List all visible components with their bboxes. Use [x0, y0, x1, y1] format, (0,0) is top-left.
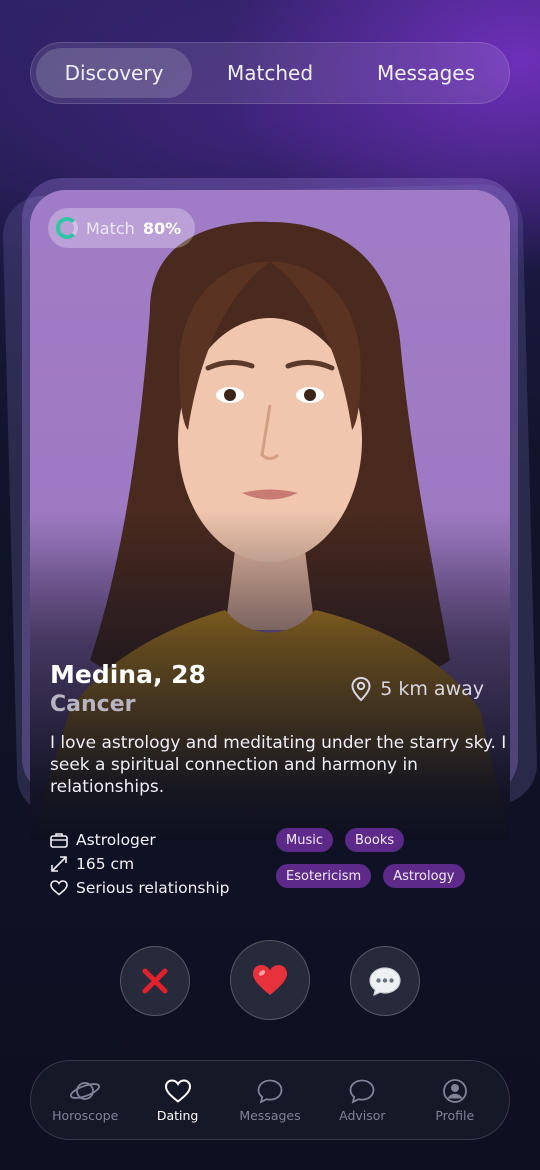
top-tab-bar: Discovery Matched Messages — [30, 42, 510, 104]
nav-advisor[interactable]: Advisor — [317, 1078, 407, 1123]
fact-height: 165 cm — [50, 852, 229, 876]
match-ring-icon — [56, 217, 78, 239]
nav-dating[interactable]: Dating — [133, 1078, 223, 1123]
tag-music[interactable]: Music — [276, 828, 333, 852]
tab-messages[interactable]: Messages — [348, 48, 504, 98]
height-arrow-icon — [51, 856, 67, 872]
nav-label: Messages — [239, 1107, 301, 1123]
fact-text: Serious relationship — [76, 879, 230, 897]
cross-icon — [142, 968, 168, 994]
bottom-navigation: Horoscope Dating Messages Advisor Profil… — [30, 1060, 510, 1140]
speech-bubble-icon — [369, 967, 401, 997]
user-circle-icon — [442, 1078, 467, 1103]
nav-label: Profile — [435, 1107, 475, 1123]
heart-outline-icon — [164, 1078, 191, 1103]
tag-esotericism[interactable]: Esotericism — [276, 864, 372, 888]
match-badge: Match 80% — [48, 208, 196, 248]
tag-astrology[interactable]: Astrology — [383, 864, 465, 888]
distance-text: 5 km away — [380, 678, 484, 700]
profile-zodiac: Cancer — [50, 692, 136, 717]
nav-messages[interactable]: Messages — [225, 1078, 315, 1123]
interest-tags: Music Books Esotericism Astrology — [276, 828, 496, 900]
nav-label: Advisor — [339, 1107, 386, 1123]
tab-discovery[interactable]: Discovery — [36, 48, 192, 98]
message-button[interactable] — [350, 946, 420, 1016]
like-button[interactable] — [230, 940, 310, 1020]
planet-icon — [70, 1081, 101, 1100]
nav-label: Dating — [156, 1107, 199, 1123]
fact-occupation: Astrologer — [50, 828, 229, 852]
profile-distance: 5 km away — [350, 676, 484, 702]
match-value: 80% — [142, 218, 182, 238]
profile-facts: Astrologer 165 cm Serious relationship — [50, 828, 229, 900]
profile-name-age: Medina, 28 — [50, 660, 206, 689]
profile-bio: I love astrology and meditating under th… — [50, 733, 507, 797]
chat-bubble-icon — [349, 1079, 375, 1104]
fact-text: 165 cm — [76, 855, 135, 873]
fact-text: Astrologer — [76, 831, 156, 849]
nav-label: Horoscope — [52, 1107, 119, 1123]
briefcase-icon — [50, 833, 68, 848]
nav-horoscope[interactable]: Horoscope — [40, 1078, 130, 1123]
heart-icon — [253, 965, 287, 995]
heart-outline-icon — [50, 880, 68, 896]
nav-profile[interactable]: Profile — [410, 1078, 500, 1123]
dislike-button[interactable] — [120, 946, 190, 1016]
fact-relationship: Serious relationship — [50, 876, 229, 900]
chat-bubble-icon — [257, 1079, 283, 1104]
tag-books[interactable]: Books — [345, 828, 405, 852]
tab-matched[interactable]: Matched — [192, 48, 348, 98]
location-pin-icon — [351, 676, 371, 702]
match-label: Match — [86, 218, 135, 238]
